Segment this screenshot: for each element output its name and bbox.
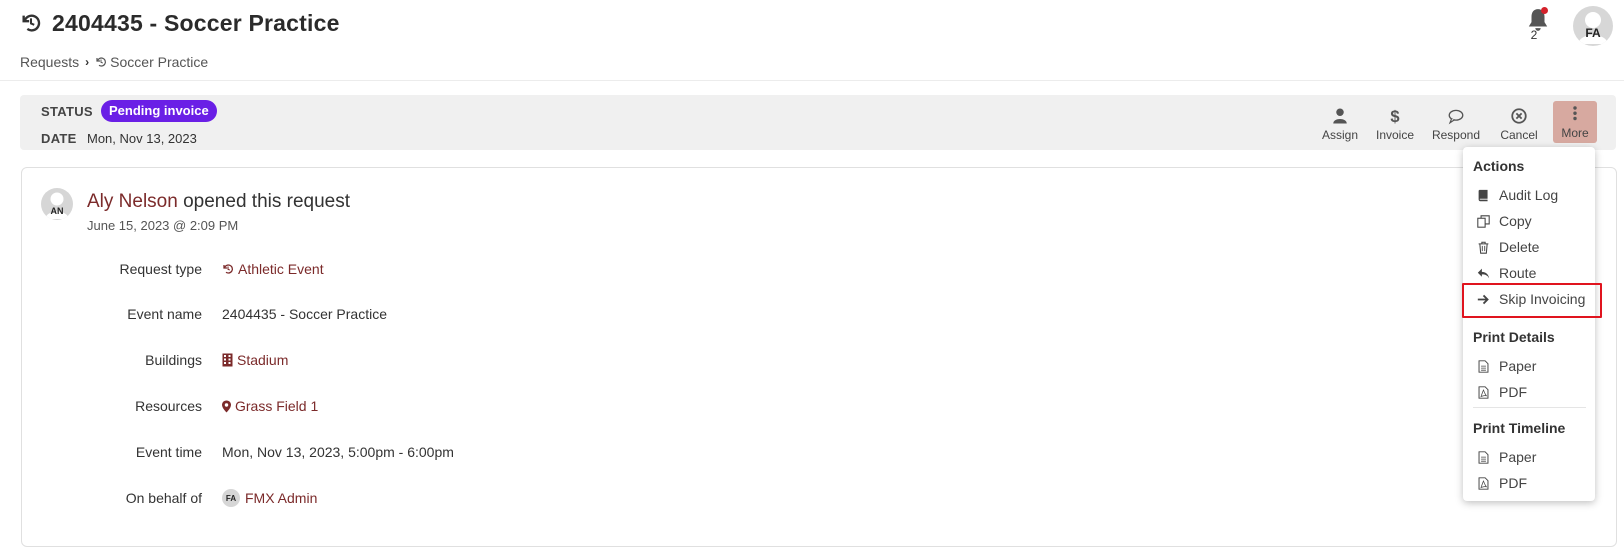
more-button[interactable]: More xyxy=(1553,101,1597,143)
activity-timestamp: June 15, 2023 @ 2:09 PM xyxy=(87,218,239,233)
breadcrumb-current: Soccer Practice xyxy=(110,54,209,70)
menu-item-timeline-paper[interactable]: Paper xyxy=(1477,446,1536,468)
svg-text:$: $ xyxy=(1390,108,1399,125)
assign-label: Assign xyxy=(1321,128,1359,142)
on-behalf-label: On behalf of xyxy=(125,490,202,506)
assign-button[interactable]: Assign xyxy=(1318,100,1362,142)
skip-invoicing-highlight xyxy=(1462,283,1602,318)
activity-verb: opened this request xyxy=(183,191,351,212)
copy-icon xyxy=(1477,214,1490,228)
menu-item-details-pdf[interactable]: PDF xyxy=(1477,381,1527,403)
resources-label: Resources xyxy=(135,398,202,414)
buildings-value[interactable]: Stadium xyxy=(222,352,288,368)
event-time-label: Event time xyxy=(135,444,202,460)
building-icon xyxy=(222,353,233,367)
menu-divider xyxy=(1473,407,1586,408)
page-title: 2404435 - Soccer Practice xyxy=(52,9,340,36)
menu-item-label: PDF xyxy=(1499,384,1527,400)
pdf-icon xyxy=(1478,476,1489,490)
menu-item-label: Paper xyxy=(1499,358,1537,374)
menu-item-label: PDF xyxy=(1499,475,1527,491)
notification-count: 2 xyxy=(1530,28,1538,42)
menu-item-delete[interactable]: Delete xyxy=(1477,236,1539,258)
dollar-icon: $ xyxy=(1390,108,1399,125)
menu-heading-print-details: Print Details xyxy=(1473,329,1555,345)
trash-icon xyxy=(1478,241,1489,254)
history-icon xyxy=(22,14,41,32)
activity-heading: Aly Nelson opened this request xyxy=(87,191,350,213)
request-type-label: Request type xyxy=(119,261,203,277)
on-behalf-value[interactable]: FA FMX Admin xyxy=(222,489,317,507)
menu-item-label: Paper xyxy=(1499,449,1537,465)
status-badge: Pending invoice xyxy=(101,100,217,122)
breadcrumb: Requests › Soccer Practice xyxy=(20,52,208,72)
request-type-text: Athletic Event xyxy=(238,261,324,277)
on-behalf-avatar: FA xyxy=(222,489,240,507)
buildings-text: Stadium xyxy=(237,352,289,368)
request-type-value[interactable]: Athletic Event xyxy=(222,261,324,277)
menu-heading-actions: Actions xyxy=(1473,158,1525,174)
resources-text: Grass Field 1 xyxy=(235,398,319,414)
date-value: Mon, Nov 13, 2023 xyxy=(87,131,197,146)
menu-item-route[interactable]: Route xyxy=(1477,262,1536,284)
respond-button[interactable]: Respond xyxy=(1428,100,1484,142)
pdf-icon xyxy=(1478,385,1489,399)
status-label: STATUS xyxy=(41,104,93,119)
menu-item-details-paper[interactable]: Paper xyxy=(1477,355,1536,377)
map-pin-icon xyxy=(222,400,231,412)
on-behalf-text: FMX Admin xyxy=(245,490,318,506)
history-icon xyxy=(223,264,233,274)
menu-item-label: Copy xyxy=(1499,213,1532,229)
activity-avatar: AN xyxy=(41,188,73,220)
event-name-label: Event name xyxy=(127,306,202,322)
activity-initials: AN xyxy=(50,206,64,216)
cancel-button[interactable]: Cancel xyxy=(1496,100,1542,142)
menu-item-label: Delete xyxy=(1499,239,1540,255)
menu-item-label: Route xyxy=(1499,265,1537,281)
respond-label: Respond xyxy=(1431,128,1481,142)
invoice-label: Invoice xyxy=(1375,128,1415,142)
invoice-button[interactable]: $ Invoice xyxy=(1372,100,1418,142)
cancel-label: Cancel xyxy=(1500,128,1538,142)
event-name-value: 2404435 - Soccer Practice xyxy=(222,306,387,322)
user-avatar[interactable]: FA xyxy=(1573,6,1613,46)
date-label: DATE xyxy=(41,131,77,146)
chevron-right-icon: › xyxy=(85,55,90,69)
buildings-label: Buildings xyxy=(145,352,202,368)
menu-item-label: Audit Log xyxy=(1499,187,1559,203)
reply-arrow-icon xyxy=(1477,268,1490,278)
menu-heading-print-timeline: Print Timeline xyxy=(1473,420,1566,436)
header-divider xyxy=(0,80,1624,81)
page-title-row: 2404435 - Soccer Practice xyxy=(20,8,340,38)
more-label: More xyxy=(1561,126,1589,140)
speech-bubble-icon xyxy=(1448,109,1464,125)
menu-item-audit-log[interactable]: Audit Log xyxy=(1477,184,1558,206)
history-icon xyxy=(96,57,107,67)
activity-user-link[interactable]: Aly Nelson xyxy=(87,191,178,212)
menu-item-copy[interactable]: Copy xyxy=(1477,210,1532,232)
cancel-circle-icon xyxy=(1511,108,1527,124)
notification-dot xyxy=(1541,7,1548,14)
document-icon xyxy=(1478,359,1489,373)
menu-item-timeline-pdf[interactable]: PDF xyxy=(1477,472,1527,494)
user-initials: FA xyxy=(1585,26,1601,40)
document-icon xyxy=(1478,450,1489,464)
breadcrumb-requests[interactable]: Requests xyxy=(20,54,79,70)
resources-value[interactable]: Grass Field 1 xyxy=(222,398,318,414)
vertical-dots-icon xyxy=(1573,106,1577,121)
event-time-value: Mon, Nov 13, 2023, 5:00pm - 6:00pm xyxy=(222,444,454,460)
book-icon xyxy=(1478,189,1488,201)
user-icon xyxy=(1333,108,1347,124)
